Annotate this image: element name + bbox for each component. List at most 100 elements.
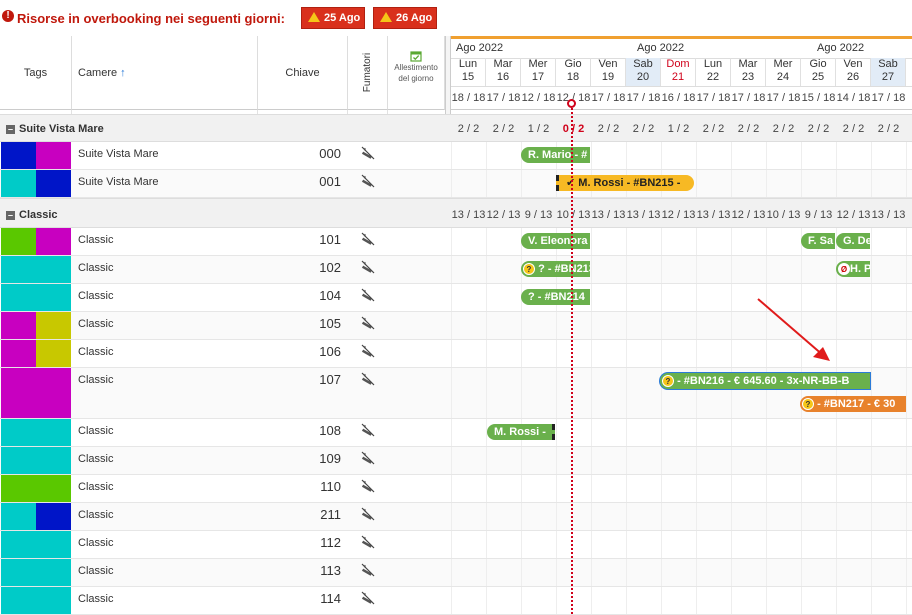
no-smoking-icon bbox=[361, 372, 375, 386]
tags-column-header[interactable]: Tags bbox=[0, 36, 72, 110]
room-row[interactable]: Classic 112 bbox=[0, 531, 912, 559]
no-smoking-icon bbox=[361, 591, 375, 605]
group-availability-cell: 13 / 13 bbox=[696, 209, 731, 221]
tag-color bbox=[36, 256, 71, 283]
overbooking-date-button[interactable]: 25 Ago bbox=[301, 7, 365, 29]
group-availability-cell: 2 / 2 bbox=[492, 123, 515, 135]
tag-color bbox=[36, 142, 71, 169]
booking-bar[interactable]: R. Mario - # bbox=[521, 147, 590, 163]
room-row[interactable]: Classic 211 bbox=[0, 503, 912, 531]
group-availability-cell: 13 / 13 bbox=[591, 209, 626, 221]
day-number: 23 bbox=[741, 71, 755, 83]
question-icon: ? bbox=[662, 375, 674, 387]
room-type: Classic bbox=[78, 453, 114, 465]
room-row[interactable]: Classic 108 bbox=[0, 419, 912, 447]
booking-bar[interactable]: ØH. Pi bbox=[836, 261, 870, 277]
day-name: Gio bbox=[809, 58, 827, 70]
day-number: 24 bbox=[776, 71, 790, 83]
total-availability: 17 / 18 bbox=[486, 92, 521, 104]
day-header[interactable]: Gio 25 bbox=[801, 58, 836, 86]
group-availability-cell: 2 / 2 bbox=[597, 123, 620, 135]
tag-color bbox=[1, 228, 36, 255]
tag-color bbox=[1, 256, 36, 283]
no-smoking-icon bbox=[361, 260, 375, 274]
group-availability-cell: 12 / 13 bbox=[731, 209, 766, 221]
day-header[interactable]: Lun 15 bbox=[451, 58, 486, 86]
sort-arrow-up-icon: ↑ bbox=[120, 66, 126, 79]
day-name: Ven bbox=[598, 58, 618, 70]
eye-slash-icon: Ø bbox=[838, 263, 850, 275]
annotation-arrow-icon bbox=[757, 298, 830, 361]
group-availability-cell: 2 / 2 bbox=[737, 123, 760, 135]
key-column-header[interactable]: Chiave bbox=[258, 36, 348, 110]
room-key: 112 bbox=[320, 535, 341, 550]
day-number: 25 bbox=[811, 71, 825, 83]
day-header[interactable]: Ven 19 bbox=[591, 58, 626, 86]
overbooking-date-button[interactable]: 26 Ago bbox=[373, 7, 437, 29]
total-availability: 17 / 18 bbox=[871, 92, 906, 104]
setup-column-header[interactable]: Allestimento del giorno bbox=[388, 36, 445, 110]
tag-color bbox=[1, 419, 36, 446]
room-key: 108 bbox=[319, 423, 341, 438]
booking-bar[interactable]: V. Eleonora bbox=[521, 233, 590, 249]
warning-triangle-icon bbox=[308, 12, 320, 22]
room-row[interactable]: Suite Vista Mare 000 bbox=[0, 142, 912, 170]
day-header[interactable]: Mar 23 bbox=[731, 58, 766, 86]
tag-color bbox=[1, 142, 36, 169]
room-type: Classic bbox=[78, 565, 114, 577]
collapse-icon[interactable]: – bbox=[6, 125, 15, 134]
booking-bar[interactable]: ✔ M. Rossi - #BN215 - bbox=[556, 175, 694, 191]
room-row[interactable]: Suite Vista Mare 001 bbox=[0, 170, 912, 198]
no-smoking-icon bbox=[361, 507, 375, 521]
smokers-column-header[interactable]: Fumatori bbox=[348, 36, 388, 110]
tag-color bbox=[36, 340, 71, 367]
booking-bar[interactable]: ? - #BN217 - € 30 bbox=[800, 396, 906, 412]
tag-color bbox=[1, 503, 36, 530]
booking-bar[interactable]: M. Rossi - bbox=[487, 424, 555, 440]
day-name: Mar bbox=[493, 58, 513, 70]
today-marker-handle[interactable] bbox=[567, 99, 576, 108]
group-availability-cell: 2 / 2 bbox=[457, 123, 480, 135]
no-smoking-icon bbox=[361, 174, 375, 188]
booking-bar[interactable]: ? ? - #BN213 bbox=[521, 261, 590, 277]
day-name: Mer bbox=[773, 58, 793, 70]
rooms-column-header[interactable]: Camere ↑ bbox=[72, 36, 258, 110]
room-row[interactable]: Classic 110 bbox=[0, 475, 912, 503]
tag-color bbox=[36, 447, 71, 474]
day-header[interactable]: Ven 26 bbox=[836, 58, 871, 86]
collapse-icon[interactable]: – bbox=[6, 211, 15, 220]
room-row[interactable]: Classic 114 bbox=[0, 587, 912, 615]
day-header[interactable]: Sab 20 bbox=[626, 58, 661, 86]
day-number: 21 bbox=[671, 71, 685, 83]
day-header[interactable]: Gio 18 bbox=[556, 58, 591, 86]
day-header[interactable]: Lun 22 bbox=[696, 58, 731, 86]
day-header[interactable]: Mer 17 bbox=[521, 58, 556, 86]
booking-bar[interactable]: G. De bbox=[836, 233, 870, 249]
booking-bar-selected[interactable]: ? - #BN216 - € 645.60 - 3x-NR-BB-B bbox=[660, 373, 870, 389]
exclamation-circle-icon: ! bbox=[2, 10, 14, 22]
total-availability: 15 / 18 bbox=[801, 92, 836, 104]
tag-color bbox=[1, 368, 36, 418]
day-number: 19 bbox=[601, 71, 615, 83]
room-key: 110 bbox=[320, 479, 341, 494]
group-availability-cell: 13 / 13 bbox=[626, 209, 661, 221]
day-name: Sab bbox=[633, 58, 653, 70]
room-type: Classic bbox=[78, 425, 114, 437]
room-key: 102 bbox=[319, 260, 341, 275]
room-row[interactable]: Classic 113 bbox=[0, 559, 912, 587]
room-row[interactable]: Classic 102 bbox=[0, 256, 912, 284]
day-header[interactable]: Sab 27 bbox=[871, 58, 906, 86]
day-header[interactable]: Dom 21 bbox=[661, 58, 696, 86]
booking-bar[interactable]: ? - #BN214 bbox=[521, 289, 590, 305]
day-header[interactable]: Mer 24 bbox=[766, 58, 801, 86]
room-row[interactable]: Classic 101 bbox=[0, 228, 912, 256]
tag-color bbox=[1, 312, 36, 339]
room-row[interactable]: Classic 109 bbox=[0, 447, 912, 475]
day-number: 15 bbox=[461, 71, 475, 83]
total-availability: 17 / 18 bbox=[766, 92, 801, 104]
tag-color bbox=[36, 419, 71, 446]
day-number: 18 bbox=[566, 71, 580, 83]
tag-color bbox=[1, 170, 36, 197]
booking-bar[interactable]: F. Sa bbox=[801, 233, 835, 249]
day-header[interactable]: Mar 16 bbox=[486, 58, 521, 86]
